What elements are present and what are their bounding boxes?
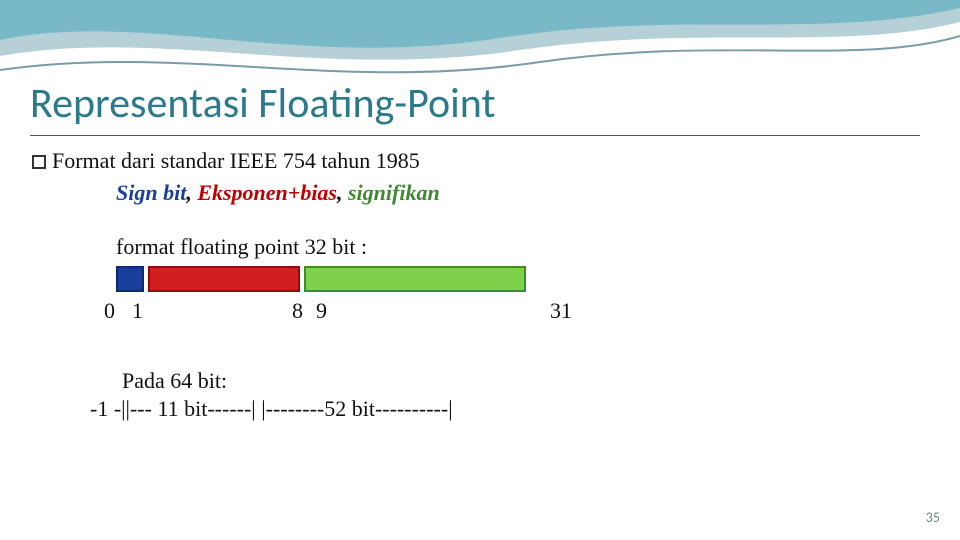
exponent-box <box>148 266 300 292</box>
field-labels: Sign bit, Eksponen+bias, signifikan <box>116 180 930 206</box>
sign-bit-box <box>116 266 144 292</box>
index-0: 0 <box>104 298 115 324</box>
index-9: 9 <box>316 298 327 324</box>
format-64bit-heading: Pada 64 bit: <box>122 368 930 394</box>
bullet-text: Format dari standar IEEE 754 tahun 1985 <box>52 148 420 173</box>
title-underline <box>30 135 920 136</box>
bullet-format-standard: Format dari standar IEEE 754 tahun 1985 <box>32 148 930 174</box>
page-number: 35 <box>926 509 940 526</box>
index-31: 31 <box>550 298 572 324</box>
index-8: 8 <box>292 298 303 324</box>
slide-title: Representasi Floating-Point <box>30 78 930 129</box>
index-1: 1 <box>132 298 143 324</box>
format-64bit-line: -1 -||--- 11 bit------| |--------52 bit-… <box>90 396 930 422</box>
significand-box <box>304 266 526 292</box>
bit-indices: 0 1 8 9 31 <box>94 298 574 328</box>
bit-layout-32 <box>116 266 930 292</box>
format-32bit-label: format floating point 32 bit : <box>116 234 930 260</box>
label-sign-bit: Sign bit <box>116 180 186 205</box>
label-significand: signifikan <box>348 180 440 205</box>
label-exponent: Eksponen+bias <box>197 180 337 205</box>
square-bullet-icon <box>32 155 46 169</box>
